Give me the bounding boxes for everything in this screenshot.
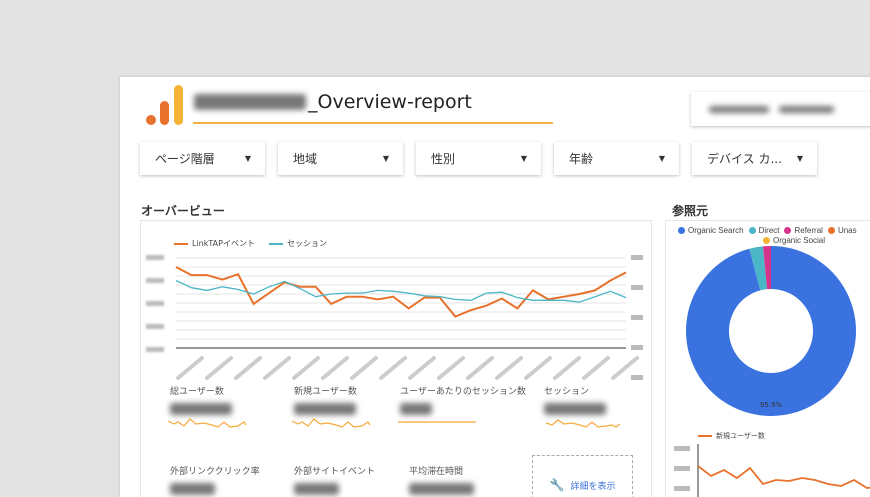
metric-value	[170, 483, 215, 495]
slice-label: 95.9%	[760, 401, 783, 409]
sparkline	[546, 417, 626, 431]
x-tick-label	[555, 358, 579, 378]
referral-card: Organic Search Direct Referral Unas Orga…	[665, 220, 870, 497]
metric-label: セッション	[544, 384, 589, 397]
referral-heading: 参照元	[672, 202, 708, 219]
redacted-date	[709, 106, 769, 113]
filter-device-category[interactable]: デバイス カ... ▼	[692, 142, 817, 175]
overview-line-chart	[141, 221, 653, 381]
x-tick-label	[265, 358, 289, 378]
caret-down-icon: ▼	[521, 154, 527, 163]
metric-label: 外部サイトイベント	[294, 464, 375, 477]
x-tick-label	[323, 358, 347, 378]
x-tick-label	[236, 358, 260, 378]
y-tick-label	[146, 255, 164, 260]
filter-page-hierarchy[interactable]: ページ階層 ▼	[140, 142, 265, 175]
metric-label: 平均滞在時間	[409, 464, 463, 477]
metric-value	[409, 483, 474, 495]
filter-bar: ページ階層 ▼ 地域 ▼ 性別 ▼ 年齢 ▼ デバイス カ... ▼	[140, 142, 817, 175]
filter-label: 性別	[431, 150, 455, 167]
filter-age[interactable]: 年齢 ▼	[554, 142, 679, 175]
filter-label: 地域	[293, 150, 317, 167]
sparkline	[292, 417, 372, 431]
y-tick-label	[146, 324, 164, 329]
new-users-line-chart	[666, 436, 870, 497]
filter-label: ページ階層	[155, 150, 215, 167]
metric-label: 総ユーザー数	[170, 384, 224, 397]
y-tick-label	[146, 301, 164, 306]
redacted-title-prefix	[194, 94, 306, 110]
sparkline	[398, 417, 478, 431]
x-tick-label	[497, 358, 521, 378]
metric-label: 外部リンククリック率	[170, 464, 260, 477]
view-details-link[interactable]: 🔧詳細を表示	[532, 455, 633, 497]
x-tick-label	[410, 358, 434, 378]
y2-tick-label	[631, 255, 643, 260]
y-tick-label	[146, 278, 164, 283]
metric-value	[400, 403, 432, 415]
x-tick-label	[178, 358, 202, 378]
caret-down-icon: ▼	[245, 154, 251, 163]
title-text: _Overview-report	[308, 91, 472, 113]
report-title: _Overview-report	[194, 91, 472, 113]
caret-down-icon: ▼	[383, 154, 389, 163]
filter-label: デバイス カ...	[707, 150, 782, 167]
overview-heading: オーバービュー	[141, 202, 225, 219]
filter-label: 年齢	[569, 150, 593, 167]
metric-value	[294, 403, 356, 415]
y2-tick-label	[631, 345, 643, 350]
y-tick-label	[674, 466, 690, 471]
metric-label: ユーザーあたりのセッション数	[400, 384, 526, 397]
y-tick-label	[146, 347, 164, 352]
x-tick-label	[294, 358, 318, 378]
sparkline	[168, 417, 248, 431]
caret-down-icon: ▼	[797, 154, 803, 163]
y2-tick-label	[631, 315, 643, 320]
title-underline	[193, 122, 553, 124]
series-line	[698, 466, 870, 488]
metric-value	[294, 483, 339, 495]
x-tick-label	[207, 358, 231, 378]
analytics-logo-icon	[144, 85, 184, 127]
x-tick-label	[468, 358, 492, 378]
y2-tick-label	[631, 375, 643, 380]
x-tick-label	[381, 358, 405, 378]
x-tick-label	[584, 358, 608, 378]
x-tick-label	[352, 358, 376, 378]
date-range-picker[interactable]	[691, 92, 870, 126]
metric-label: 新規ユーザー数	[294, 384, 357, 397]
metric-value	[170, 403, 232, 415]
y-tick-label	[674, 446, 690, 451]
filter-region[interactable]: 地域 ▼	[278, 142, 403, 175]
x-tick-label	[439, 358, 463, 378]
referral-donut-chart: 95.9%	[666, 221, 870, 421]
redacted-date	[779, 106, 834, 113]
y-tick-label	[674, 486, 690, 491]
filter-gender[interactable]: 性別 ▼	[416, 142, 541, 175]
y2-tick-label	[631, 285, 643, 290]
metric-value	[544, 403, 606, 415]
x-tick-label	[526, 358, 550, 378]
report-page: _Overview-report ページ階層 ▼ 地域 ▼ 性別 ▼ 年齢 ▼ デバイス…	[120, 77, 870, 497]
caret-down-icon: ▼	[659, 154, 665, 163]
